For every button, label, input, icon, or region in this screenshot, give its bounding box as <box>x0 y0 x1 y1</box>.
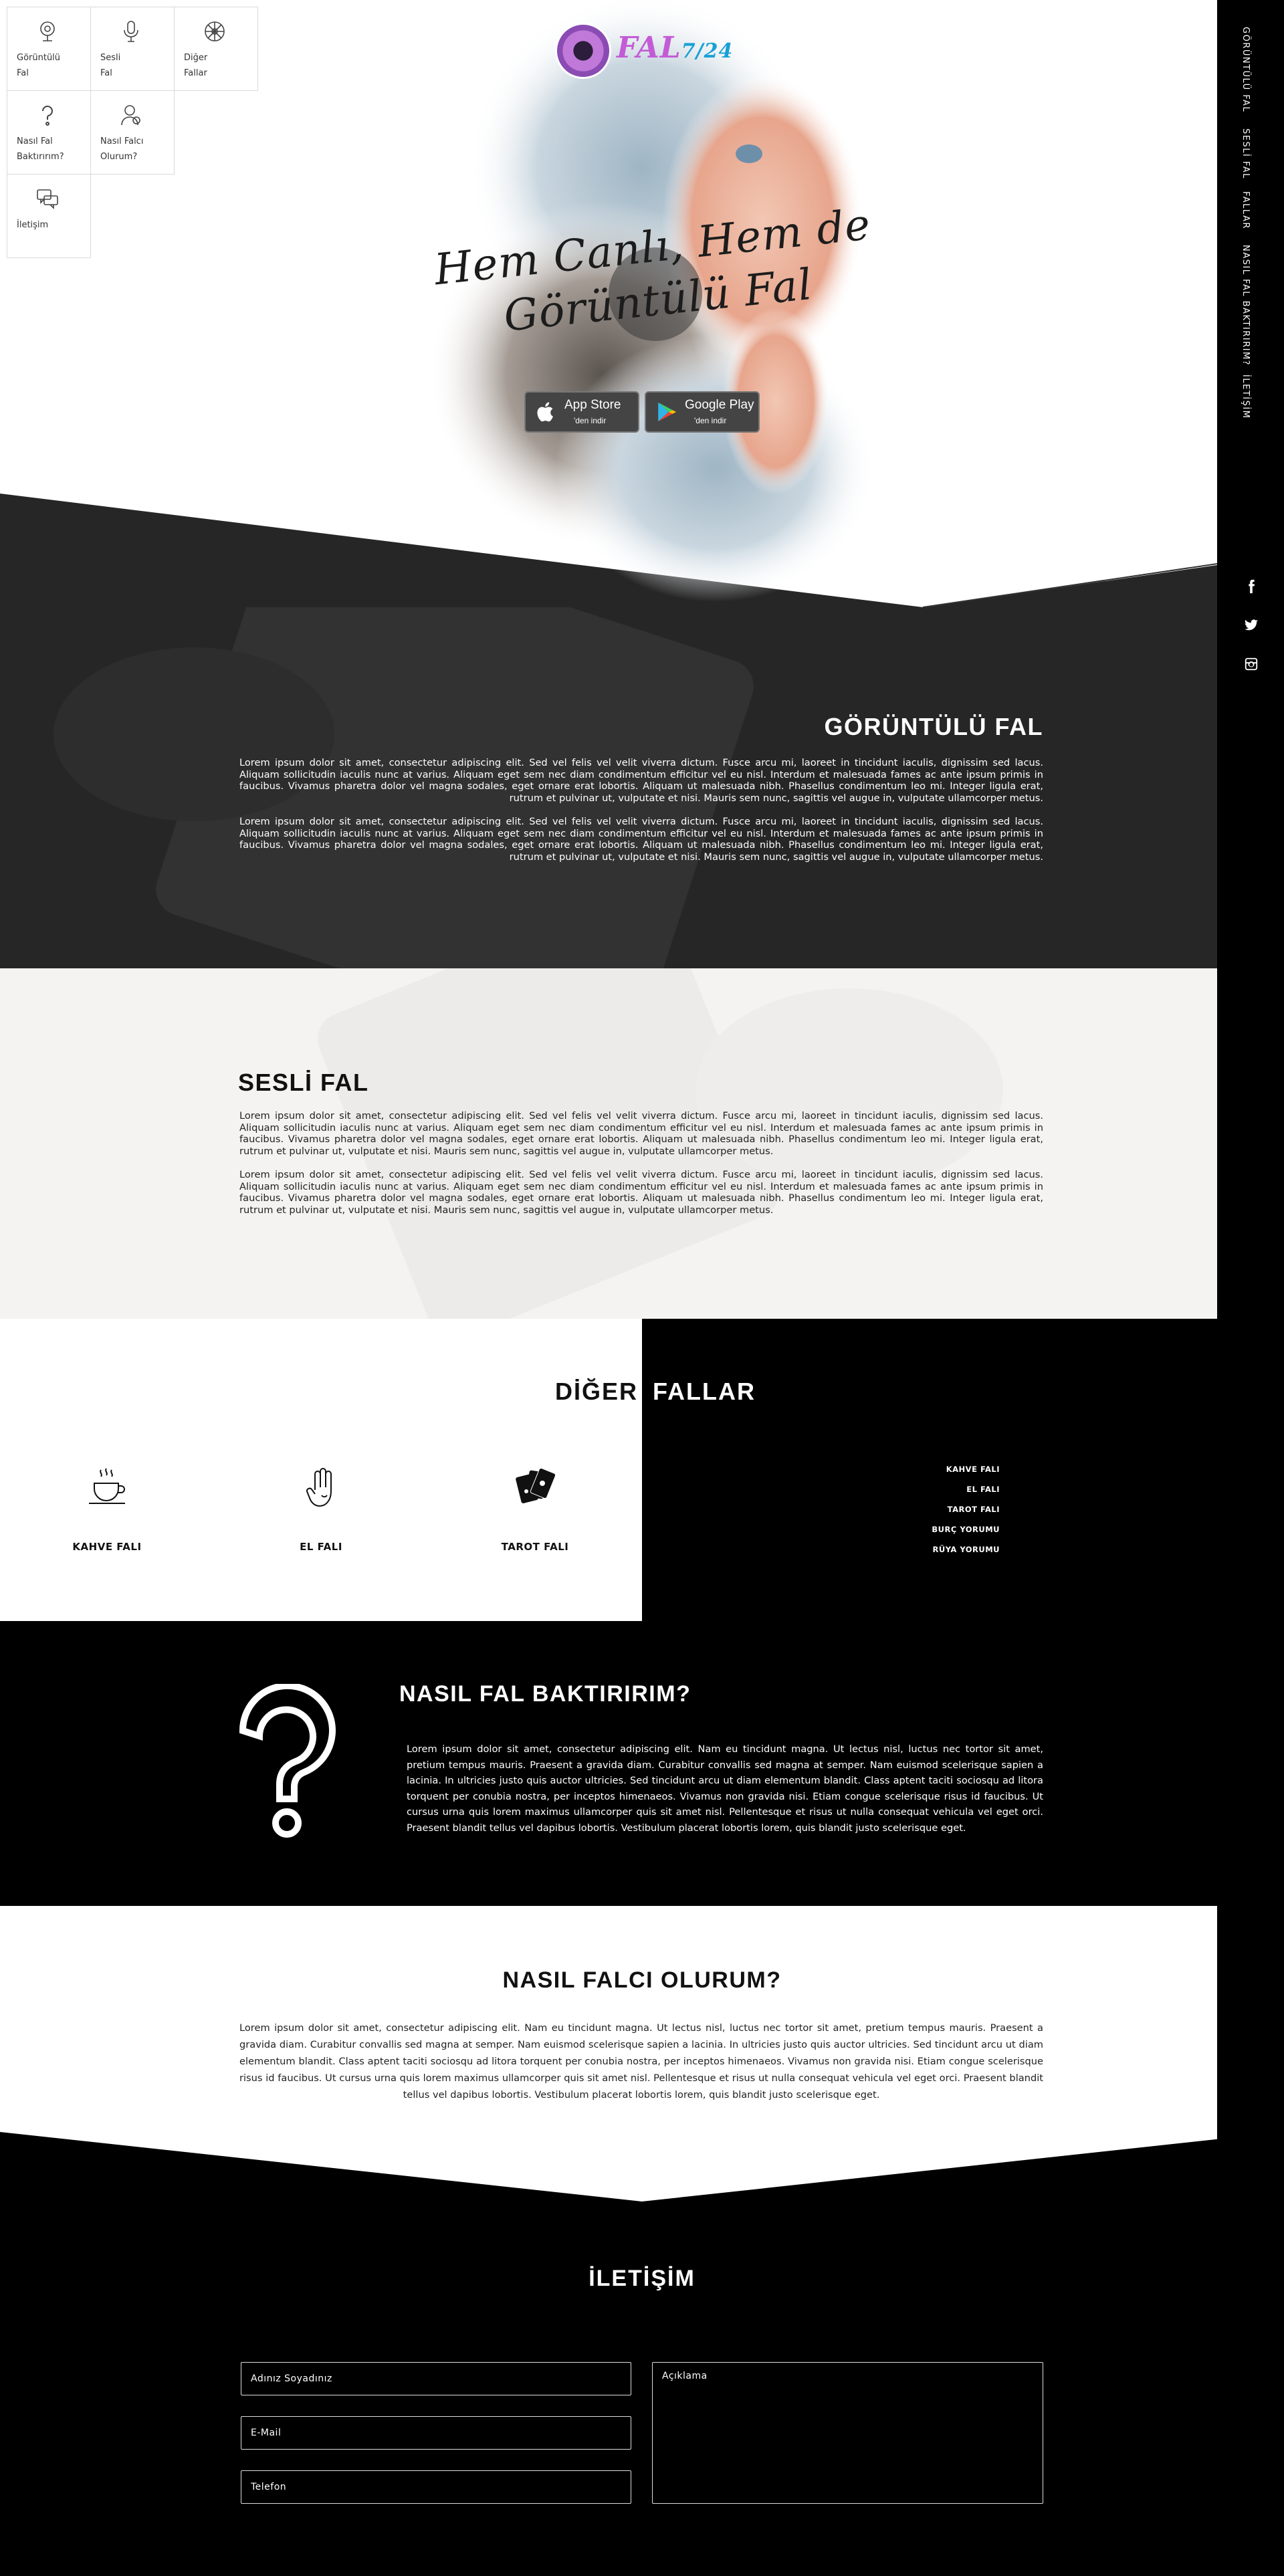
menu-tile-label-1: Nasıl Fal <box>17 136 53 146</box>
menu-tile-label-2: Fallar <box>184 68 207 78</box>
app-store-button[interactable]: App Store 'den indir <box>524 391 639 433</box>
coffee-cup-icon <box>89 1468 125 1504</box>
fal-list-item[interactable]: TAROT FALI <box>869 1499 1000 1519</box>
google-play-icon <box>658 402 677 422</box>
background-cup-image <box>696 988 1003 1189</box>
diger-fallar-title-left: DİĞER <box>555 1378 639 1405</box>
sesli-fal-paragraph-1: Lorem ipsum dolor sit amet, consectetur … <box>239 1110 1043 1157</box>
menu-tile-label-1: Görüntülü <box>17 53 61 63</box>
menu-tile-label-1: Nasıl Falcı <box>100 136 144 146</box>
question-icon <box>35 103 60 127</box>
nasil-fal-title: NASIL FAL BAKTIRIRIM? <box>399 1681 691 1707</box>
kahve-fali-item[interactable]: KAHVE FALI <box>40 1465 174 1553</box>
fal724-logo[interactable]: FAL7/24 <box>555 20 736 82</box>
el-fali-item[interactable]: EL FALI <box>254 1465 388 1553</box>
google-play-sublabel: 'den indir <box>694 416 727 425</box>
microphone-icon <box>119 19 143 43</box>
nasil-falci-text: Lorem ipsum dolor sit amet, consectetur … <box>239 2022 1043 2101</box>
apple-icon <box>537 402 553 422</box>
fal-list-item[interactable]: KAHVE FALI <box>869 1459 1000 1479</box>
google-play-button[interactable]: Google Play 'den indir <box>645 391 760 433</box>
logo-text: FAL7/24 <box>617 31 734 65</box>
tarot-cards-icon <box>516 1467 556 1503</box>
side-nav-nasil-fal-baktiririm[interactable]: NASIL FAL BAKTIRIRIM? <box>1241 245 1251 366</box>
menu-tile-nasil-fal-baktiririm[interactable]: Nasıl Fal Baktırırım? <box>7 90 91 175</box>
el-fali-label: EL FALI <box>300 1541 342 1553</box>
twitter-icon[interactable] <box>1244 618 1259 633</box>
hand-icon <box>306 1468 332 1507</box>
dharma-wheel-icon <box>203 19 227 43</box>
sesli-fal-section: SESLİ FAL Lorem ipsum dolor sit amet, co… <box>0 968 1217 1319</box>
kahve-fali-label: KAHVE FALI <box>72 1541 142 1553</box>
side-nav: GÖRÜNTÜLÜ FAL SESLİ FAL FALLAR NASIL FAL… <box>1217 0 1284 2576</box>
logo-emblem-icon <box>555 23 611 79</box>
menu-tile-goruntulu-fal[interactable]: Görüntülü Fal <box>7 7 91 91</box>
diger-fallar-title-right: FALLAR <box>653 1378 756 1405</box>
google-play-label: Google Play <box>685 398 754 412</box>
fal-list: KAHVE FALI EL FALI TAROT FALI BURÇ YORUM… <box>869 1459 1000 1560</box>
side-nav-fallar[interactable]: FALLAR <box>1241 191 1251 229</box>
nasil-fal-text: Lorem ipsum dolor sit amet, consectetur … <box>407 1743 1043 1834</box>
side-nav-goruntulu-fal[interactable]: GÖRÜNTÜLÜ FAL <box>1241 27 1251 112</box>
menu-tile-sesli-fal[interactable]: Sesli Fal <box>90 7 175 91</box>
chat-bubbles-icon <box>35 187 60 211</box>
goruntulu-fal-section: GÖRÜNTÜLÜ FAL Lorem ipsum dolor sit amet… <box>0 607 1217 968</box>
menu-tile-label-1: İletişim <box>17 220 49 230</box>
goruntulu-fal-paragraph-2: Lorem ipsum dolor sit amet, consectetur … <box>239 816 1043 863</box>
tarot-fali-label: TAROT FALI <box>501 1541 569 1553</box>
menu-tile-diger-fallar[interactable]: Diğer Fallar <box>174 7 258 91</box>
message-field[interactable] <box>652 2362 1043 2504</box>
sesli-fal-paragraph-2: Lorem ipsum dolor sit amet, consectetur … <box>239 1169 1043 1216</box>
email-field[interactable] <box>241 2416 631 2450</box>
menu-tile-nasil-falci-olurum[interactable]: Nasıl Falcı Olurum? <box>90 90 175 175</box>
hero-section: FAL7/24 Hem Canlı, Hem de Görüntülü Fal … <box>0 0 1217 609</box>
goruntulu-fal-paragraph-1: Lorem ipsum dolor sit amet, consectetur … <box>239 757 1043 804</box>
menu-tile-label-2: Fal <box>17 68 29 78</box>
phone-field[interactable] <box>241 2470 631 2504</box>
facebook-icon[interactable] <box>1244 579 1259 594</box>
fal-list-item[interactable]: RÜYA YORUMU <box>869 1539 1000 1560</box>
side-nav-iletisim[interactable]: İLETİŞİM <box>1241 374 1251 419</box>
fortune-teller-icon <box>119 103 143 127</box>
nasil-falci-title: NASIL FALCI OLURUM? <box>502 1967 782 1993</box>
menu-tile-label-2: Olurum? <box>100 152 138 162</box>
contact-title: İLETİŞİM <box>588 2266 696 2291</box>
menu-tile-label-2: Baktırırım? <box>17 152 64 162</box>
app-store-sublabel: 'den indir <box>574 416 607 425</box>
app-store-label: App Store <box>564 398 621 412</box>
fal-list-item[interactable]: BURÇ YORUMU <box>869 1519 1000 1539</box>
menu-tile-label-1: Sesli <box>100 53 121 63</box>
goruntulu-fal-title: GÖRÜNTÜLÜ FAL <box>824 713 1043 740</box>
big-question-mark-icon <box>239 1684 336 1838</box>
name-field[interactable] <box>241 2362 631 2395</box>
tarot-fali-item[interactable]: TAROT FALI <box>468 1465 602 1553</box>
side-nav-sesli-fal[interactable]: SESLİ FAL <box>1241 128 1251 179</box>
menu-tile-label-1: Diğer <box>184 53 208 63</box>
webcam-icon <box>35 19 60 43</box>
menu-tile-iletisim[interactable]: İletişim <box>7 174 91 258</box>
sesli-fal-title: SESLİ FAL <box>238 1069 369 1096</box>
menu-tile-label-2: Fal <box>100 68 112 78</box>
fal-list-item[interactable]: EL FALI <box>869 1479 1000 1499</box>
instagram-icon[interactable] <box>1244 657 1259 671</box>
contact-section-background <box>0 2132 1284 2576</box>
